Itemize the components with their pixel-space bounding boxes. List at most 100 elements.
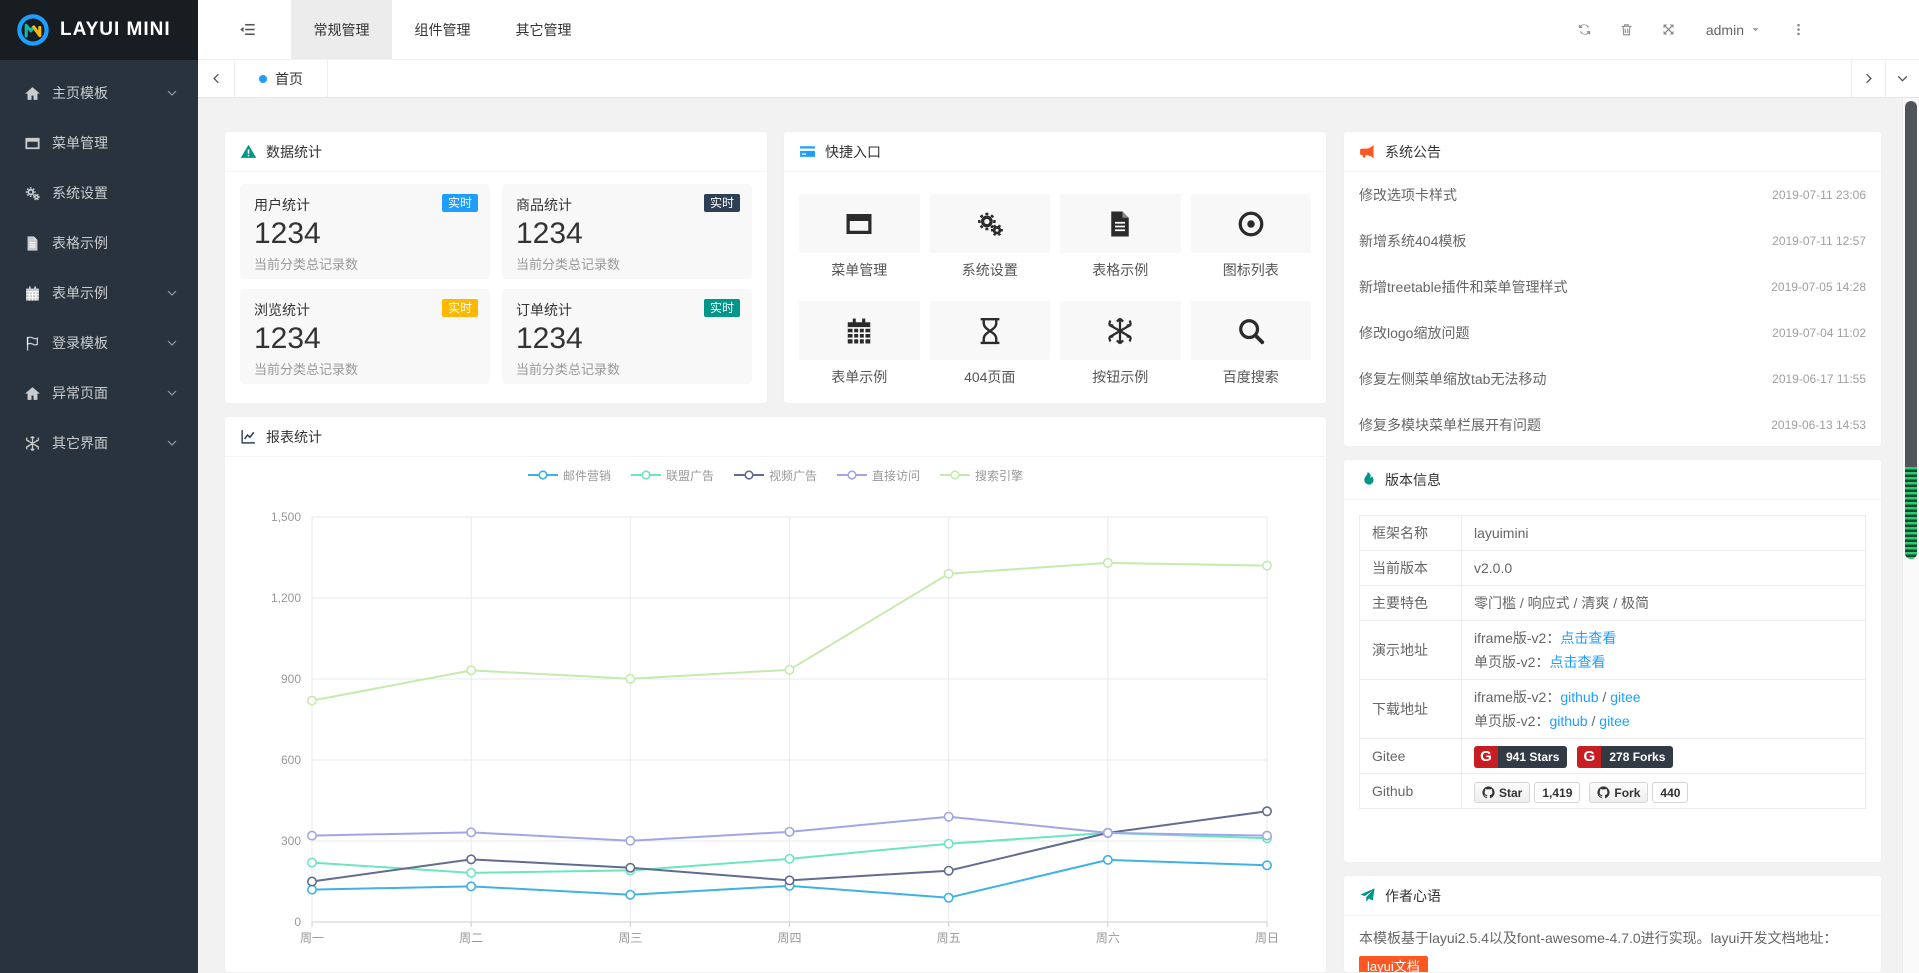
version-value-line: 单页版-v2：点击查看 [1474, 650, 1853, 674]
legend-marker-icon [734, 470, 764, 480]
app-logo[interactable]: LAYUI MINI [0, 0, 198, 60]
announcement-item[interactable]: 修复多模块菜单栏展开有问题2019-06-13 14:53 [1359, 402, 1866, 447]
sidebar-item[interactable]: 表格示例 [0, 218, 198, 268]
text-segment: iframe版-v2： [1474, 689, 1560, 705]
header-module-tabs: 常规管理组件管理其它管理 [291, 0, 594, 59]
link-点击查看[interactable]: 点击查看 [1560, 630, 1616, 646]
menu-collapse-icon[interactable] [238, 20, 258, 59]
sidebar: LAYUI MINI 主页模板菜单管理系统设置表格示例表单示例登录模板异常页面其… [0, 0, 198, 973]
announcement-item[interactable]: 修改logo缩放问题2019-07-04 11:02 [1359, 310, 1866, 356]
link-gitee[interactable]: gitee [1599, 713, 1629, 729]
content-scrollbar[interactable] [1902, 98, 1919, 973]
window-icon [844, 209, 874, 239]
quick-entry-label: 表格示例 [1060, 260, 1181, 280]
tabs-menu-button[interactable] [1885, 60, 1919, 97]
stat-card-caption: 当前分类总记录数 [254, 254, 476, 273]
quick-entry-panel: 快捷入口 菜单管理系统设置表格示例图标列表表单示例 404页面按钮示例百度搜索 [783, 131, 1327, 404]
version-row-label: 演示地址 [1360, 621, 1462, 680]
quick-entry-header: 快捷入口 [784, 132, 1326, 172]
github-star-button[interactable]: Star [1474, 782, 1530, 803]
gitee-badge[interactable]: G278 Forks [1577, 746, 1673, 768]
left-column: 数据统计 用户统计实时1234当前分类总记录数商品统计实时1234当前分类总记录… [224, 131, 1327, 973]
github-fork-button[interactable]: Fork [1589, 782, 1648, 803]
trash-icon[interactable] [1606, 22, 1648, 37]
stat-card[interactable]: 商品统计实时1234当前分类总记录数 [502, 184, 752, 279]
stat-card[interactable]: 浏览统计实时1234当前分类总记录数 [240, 289, 490, 384]
announcement-item[interactable]: 修改选项卡样式2019-07-11 23:06 [1359, 172, 1866, 218]
sidebar-item-label: 其它界面 [52, 433, 108, 453]
sidebar-item[interactable]: 登录模板 [0, 318, 198, 368]
refresh-icon[interactable] [1564, 22, 1606, 37]
legend-marker-icon [631, 470, 661, 480]
legend-item-视频广告[interactable]: 视频广告 [734, 467, 817, 484]
quick-entry-item[interactable]: 按钮示例 [1060, 301, 1181, 387]
tab-home[interactable]: 首页 [235, 60, 328, 97]
link-gitee[interactable]: gitee [1610, 689, 1640, 705]
text-segment: iframe版-v2： [1474, 630, 1560, 646]
gitee-badge[interactable]: G941 Stars [1474, 746, 1567, 768]
version-value-line: v2.0.0 [1474, 556, 1853, 580]
sidebar-item[interactable]: 表单示例 [0, 268, 198, 318]
quick-entry-item[interactable]: 图标列表 [1191, 194, 1312, 280]
fire-icon [1359, 471, 1376, 488]
line-chart-icon [240, 428, 257, 445]
announcement-item[interactable]: 修复左侧菜单缩放tab无法移动2019-06-17 11:55 [1359, 356, 1866, 402]
stat-card[interactable]: 订单统计实时1234当前分类总记录数 [502, 289, 752, 384]
gitee-badge-text: 941 Stars [1498, 746, 1567, 768]
announcement-item[interactable]: 新增系统404模板2019-07-11 12:57 [1359, 218, 1866, 264]
stat-card-caption: 当前分类总记录数 [254, 359, 476, 378]
more-menu-icon[interactable] [1777, 22, 1819, 37]
user-dropdown[interactable]: admin [1690, 22, 1777, 38]
quick-entry-label: 404页面 [930, 367, 1051, 387]
quick-entry-item[interactable]: 菜单管理 [799, 194, 920, 280]
sidebar-item[interactable]: 菜单管理 [0, 118, 198, 168]
link-github[interactable]: github [1549, 713, 1587, 729]
quick-entry-label: 百度搜索 [1191, 367, 1312, 387]
legend-item-搜索引擎[interactable]: 搜索引擎 [940, 467, 1023, 484]
stat-card-badge: 实时 [704, 194, 740, 212]
tabs-scroll-right-button[interactable] [1851, 60, 1885, 97]
version-table: 框架名称layuimini当前版本v2.0.0主要特色零门槛 / 响应式 / 清… [1359, 515, 1866, 809]
calendar-icon [844, 316, 874, 346]
quick-entry-item[interactable]: 百度搜索 [1191, 301, 1312, 387]
sidebar-item[interactable]: 其它界面 [0, 418, 198, 468]
legend-item-邮件营销[interactable]: 邮件营销 [528, 467, 611, 484]
announcement-item[interactable]: 新增treetable插件和菜单管理样式2019-07-05 14:28 [1359, 264, 1866, 310]
fullscreen-icon[interactable] [1648, 22, 1690, 37]
search-icon [1236, 316, 1266, 346]
stat-card-value: 1234 [254, 322, 476, 357]
header-tab[interactable]: 常规管理 [291, 0, 392, 59]
stat-card-value: 1234 [254, 217, 476, 252]
quick-entry-item[interactable]: 系统设置 [930, 194, 1051, 280]
header-tab[interactable]: 组件管理 [392, 0, 493, 59]
text-segment: 单页版-v2： [1474, 654, 1549, 670]
github-count-badge[interactable]: 1,419 [1534, 782, 1580, 803]
version-table-row: GithubStar1,419Fork440 [1360, 774, 1866, 809]
home-icon [24, 85, 41, 102]
legend-item-联盟广告[interactable]: 联盟广告 [631, 467, 714, 484]
header-tab[interactable]: 其它管理 [493, 0, 594, 59]
stat-card-badge: 实时 [442, 299, 478, 317]
legend-label: 联盟广告 [666, 467, 714, 484]
right-column: 系统公告 修改选项卡样式2019-07-11 23:06新增系统404模板201… [1343, 131, 1882, 973]
github-button-label: Fork [1614, 781, 1640, 805]
sidebar-item[interactable]: 异常页面 [0, 368, 198, 418]
gitee-logo-icon: G [1474, 746, 1498, 768]
topbar: 常规管理组件管理其它管理 admin [198, 0, 1919, 60]
stat-card[interactable]: 用户统计实时1234当前分类总记录数 [240, 184, 490, 279]
github-count-badge[interactable]: 440 [1652, 782, 1688, 803]
version-row-value: iframe版-v2：github / gitee单页版-v2：github /… [1462, 680, 1866, 739]
quick-entry-grid: 菜单管理系统设置表格示例图标列表表单示例 404页面按钮示例百度搜索 [784, 172, 1326, 387]
quick-entry-item[interactable]: 404页面 [930, 301, 1051, 387]
scrollbar-thumb[interactable] [1905, 101, 1917, 559]
legend-label: 邮件营销 [563, 467, 611, 484]
link-github[interactable]: github [1560, 689, 1598, 705]
layui-docs-badge[interactable]: layui文档 [1359, 956, 1428, 973]
link-点击查看[interactable]: 点击查看 [1549, 654, 1605, 670]
legend-item-直接访问[interactable]: 直接访问 [837, 467, 920, 484]
sidebar-item[interactable]: 系统设置 [0, 168, 198, 218]
tabs-scroll-left-button[interactable] [198, 60, 235, 97]
quick-entry-item[interactable]: 表格示例 [1060, 194, 1181, 280]
sidebar-item[interactable]: 主页模板 [0, 68, 198, 118]
quick-entry-item[interactable]: 表单示例 [799, 301, 920, 387]
